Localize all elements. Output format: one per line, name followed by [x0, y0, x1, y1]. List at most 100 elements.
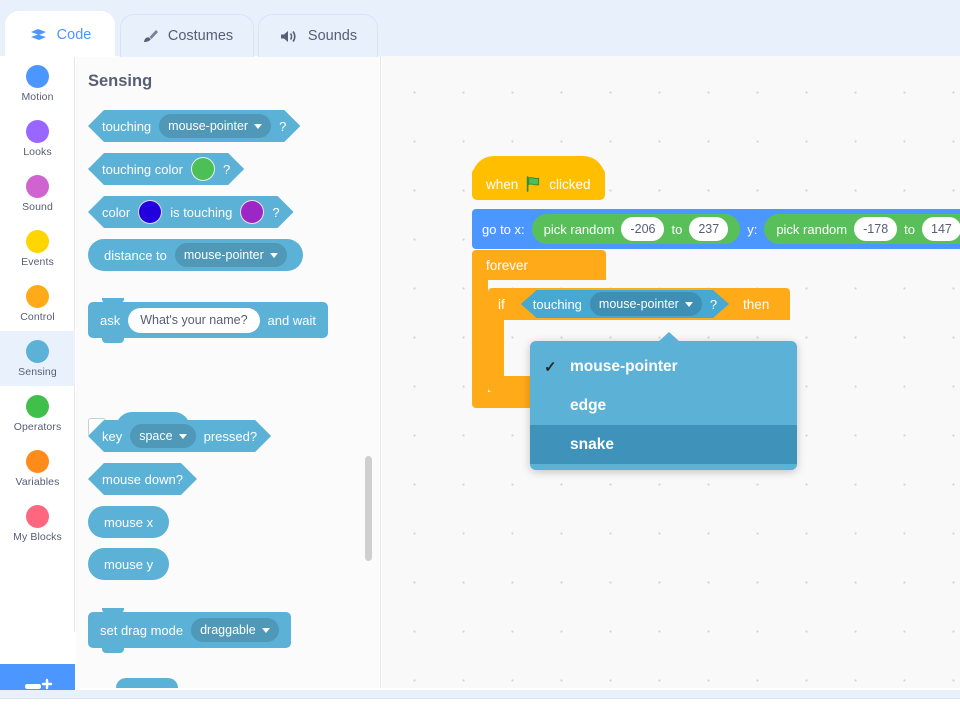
color-is-touching-label1: color — [102, 204, 131, 220]
dropdown-option-mouse-pointer-label: mouse-pointer — [570, 357, 678, 375]
block-when-flag-clicked[interactable]: when clicked — [472, 156, 605, 200]
palette-scrollbar[interactable] — [365, 456, 372, 561]
dropdown-option-snake-label: snake — [570, 435, 614, 453]
pressed-label: pressed? — [203, 428, 258, 444]
set-drag-mode-label: set drag mode — [100, 622, 184, 638]
pick-random-x-to[interactable]: 237 — [689, 217, 729, 241]
variables-color-dot — [26, 449, 49, 473]
category-variables-label: Variables — [15, 475, 60, 488]
block-touching-condition[interactable]: touching mouse-pointer ? — [521, 290, 729, 318]
scratch-editor: Code Costumes Sounds Motion Looks Sound … — [0, 0, 960, 720]
touching-dropdown[interactable]: mouse-pointer — [159, 114, 271, 138]
then-label: then — [743, 296, 770, 312]
block-pick-random-x[interactable]: pick random -206 to 237 — [531, 214, 741, 244]
pick-random-y-to[interactable]: 147 — [922, 217, 960, 241]
my-blocks-color-dot — [26, 504, 49, 528]
condition-target-value: mouse-pointer — [598, 297, 679, 311]
category-motion[interactable]: Motion — [0, 56, 75, 111]
dropdown-option-edge-label: edge — [570, 396, 607, 414]
category-control[interactable]: Control — [0, 276, 75, 331]
go-to-x-label: go to x: — [482, 221, 525, 237]
dropdown-option-mouse-pointer[interactable]: ✓ mouse-pointer — [530, 347, 797, 386]
block-mouse-y[interactable]: mouse y — [88, 548, 170, 580]
tab-costumes-label: Costumes — [167, 28, 234, 44]
block-notch — [102, 608, 124, 613]
category-my-blocks[interactable]: My Blocks — [0, 496, 75, 551]
block-touching-color-label: touching color — [102, 161, 183, 177]
block-touching[interactable]: touching mouse-pointer ? — [88, 110, 300, 142]
key-dropdown-value: space — [139, 429, 173, 443]
block-touching-label: touching — [102, 118, 152, 134]
looks-color-dot — [26, 119, 49, 143]
block-key-pressed[interactable]: key space pressed? — [88, 420, 271, 452]
category-sound[interactable]: Sound — [0, 166, 75, 221]
pick-random-y-from[interactable]: -178 — [854, 217, 898, 241]
tab-bar: Code Costumes Sounds — [0, 0, 960, 57]
block-go-to-xy[interactable]: go to x: pick random -206 to 237 y: pick… — [472, 209, 960, 249]
block-color-is-touching[interactable]: color is touching ? — [88, 196, 294, 228]
block-touching-suffix: ? — [279, 118, 287, 134]
ask-label: ask — [100, 312, 121, 328]
block-touching-color-suffix: ? — [222, 161, 231, 177]
touching-dropdown-value: mouse-pointer — [168, 119, 249, 133]
category-operators-label: Operators — [13, 420, 62, 433]
when-label: when — [486, 177, 519, 192]
and-wait-label: and wait — [267, 312, 316, 328]
code-icon — [29, 27, 48, 42]
block-mouse-down[interactable]: mouse down? — [88, 463, 197, 495]
block-distance-to[interactable]: distance to mouse-pointer — [88, 239, 303, 271]
green-flag-icon — [525, 176, 542, 192]
block-ask-and-wait[interactable]: ask What's your name? and wait — [88, 298, 328, 343]
chevron-down-icon — [685, 302, 693, 307]
check-icon: ✓ — [544, 358, 557, 376]
category-sensing[interactable]: Sensing — [0, 331, 75, 386]
sound-color-dot — [26, 174, 49, 198]
category-variables[interactable]: Variables — [0, 441, 75, 496]
touching-target-dropdown-menu[interactable]: ✓ mouse-pointer edge snake — [530, 332, 797, 470]
category-looks[interactable]: Looks — [0, 111, 75, 166]
category-motion-label: Motion — [21, 90, 54, 103]
distance-to-dropdown[interactable]: mouse-pointer — [174, 243, 287, 267]
category-sound-label: Sound — [22, 200, 53, 213]
clicked-label: clicked — [549, 177, 591, 192]
pick-random-x-from[interactable]: -206 — [621, 217, 665, 241]
color-is-touching-suffix: ? — [272, 204, 280, 220]
condition-target-dropdown[interactable]: mouse-pointer — [590, 292, 702, 316]
tab-code[interactable]: Code — [5, 11, 115, 57]
color-swatch-blue[interactable] — [138, 200, 162, 224]
block-mouse-x-label: mouse x — [104, 514, 154, 530]
tab-code-label: Code — [56, 26, 92, 43]
key-label: key — [102, 428, 123, 444]
color-swatch-purple[interactable] — [240, 200, 264, 224]
category-events-label: Events — [21, 255, 54, 268]
dropdown-option-edge[interactable]: edge — [530, 386, 797, 425]
block-partial-next[interactable] — [116, 678, 178, 688]
dropdown-option-snake[interactable]: snake — [530, 425, 797, 464]
block-touching-color[interactable]: touching color ? — [88, 153, 244, 185]
category-events[interactable]: Events — [0, 221, 75, 276]
drag-mode-dropdown-value: draggable — [200, 623, 256, 637]
speaker-icon — [279, 29, 299, 44]
pick-random-y-to-label: to — [904, 221, 915, 237]
paintbrush-icon — [141, 28, 159, 44]
block-mouse-y-label: mouse y — [104, 556, 154, 572]
key-dropdown[interactable]: space — [130, 424, 195, 448]
tab-sounds[interactable]: Sounds — [258, 14, 378, 57]
block-mouse-x[interactable]: mouse x — [88, 506, 170, 538]
category-operators[interactable]: Operators — [0, 386, 75, 441]
drag-mode-dropdown[interactable]: draggable — [191, 618, 279, 642]
chevron-down-icon — [269, 252, 278, 258]
category-looks-label: Looks — [23, 145, 52, 158]
tab-costumes[interactable]: Costumes — [120, 14, 254, 57]
block-pick-random-y[interactable]: pick random -178 to 147 — [764, 214, 960, 244]
ask-text-input[interactable]: What's your name? — [128, 307, 260, 333]
color-swatch-green[interactable] — [191, 157, 215, 181]
pick-random-x-to-label: to — [671, 221, 683, 237]
events-color-dot — [26, 229, 49, 253]
chevron-down-icon — [254, 124, 262, 129]
block-palette[interactable]: Sensing touching mouse-pointer ? touchin… — [76, 56, 381, 688]
category-control-label: Control — [20, 310, 55, 323]
block-set-drag-mode[interactable]: set drag mode draggable — [88, 608, 291, 653]
sensing-color-dot — [26, 339, 49, 363]
chevron-down-icon — [261, 627, 270, 633]
